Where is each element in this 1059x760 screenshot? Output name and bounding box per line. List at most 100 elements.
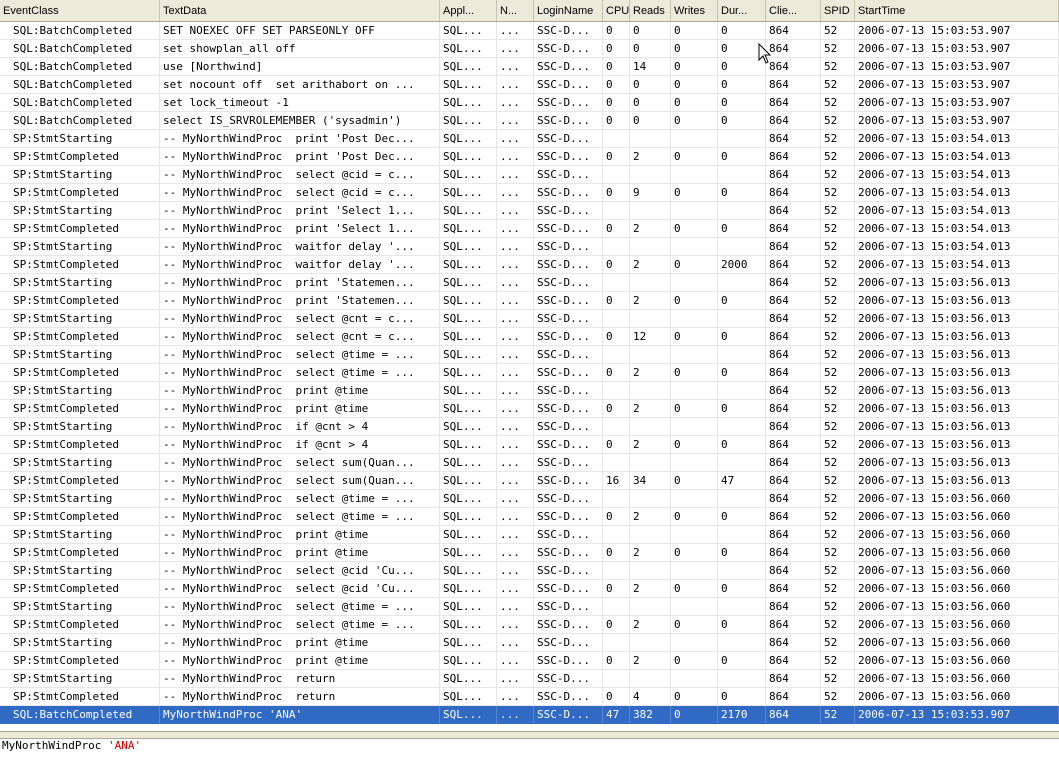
cell-text: set showplan_all off: [160, 40, 440, 57]
cell-client: 864: [766, 580, 821, 597]
cell-writes: [671, 166, 718, 183]
cell-n: ...: [497, 238, 534, 255]
trace-row[interactable]: SP:StmtCompleted -- MyNorthWindProc waitf…: [0, 256, 1059, 274]
trace-row[interactable]: SP:StmtCompleted -- MyNorthWindProc print…: [0, 292, 1059, 310]
trace-row[interactable]: SP:StmtCompleted -- MyNorthWindProc selec…: [0, 364, 1059, 382]
cell-client: 864: [766, 562, 821, 579]
trace-row[interactable]: SP:StmtStarting -- MyNorthWindProc select…: [0, 490, 1059, 508]
trace-row[interactable]: SP:StmtCompleted -- MyNorthWindProc selec…: [0, 508, 1059, 526]
trace-row[interactable]: SP:StmtStarting -- MyNorthWindProc select…: [0, 454, 1059, 472]
trace-row[interactable]: SP:StmtStarting -- MyNorthWindProc select…: [0, 346, 1059, 364]
cell-event: SP:StmtCompleted: [0, 328, 160, 345]
trace-row[interactable]: SP:StmtCompleted -- MyNorthWindProc retur…: [0, 688, 1059, 706]
cell-dur: 0: [718, 94, 766, 111]
cell-cpu: 0: [603, 112, 630, 129]
cell-cpu: 0: [603, 688, 630, 705]
column-header-app[interactable]: Appl...: [440, 0, 497, 21]
cell-start: 2006-07-13 15:03:56.013: [855, 310, 1059, 327]
cell-text: -- MyNorthWindProc select @cnt = c...: [160, 328, 440, 345]
cell-login: SSC-D...: [534, 130, 603, 147]
cell-text: -- MyNorthWindProc select @cid 'Cu...: [160, 580, 440, 597]
cell-cpu: 0: [603, 94, 630, 111]
column-header-cpu[interactable]: CPU: [603, 0, 630, 21]
trace-row[interactable]: SQL:BatchCompleted set lock_timeout -1 SQL…: [0, 94, 1059, 112]
trace-row[interactable]: SP:StmtCompleted -- MyNorthWindProc selec…: [0, 328, 1059, 346]
trace-row[interactable]: SP:StmtStarting -- MyNorthWindProc select…: [0, 310, 1059, 328]
trace-row[interactable]: SP:StmtStarting -- MyNorthWindProc print …: [0, 130, 1059, 148]
column-header-spid[interactable]: SPID: [821, 0, 855, 21]
cell-start: 2006-07-13 15:03:54.013: [855, 220, 1059, 237]
cell-n: ...: [497, 274, 534, 291]
trace-row[interactable]: SP:StmtStarting -- MyNorthWindProc select…: [0, 598, 1059, 616]
cell-spid: 52: [821, 472, 855, 489]
pane-splitter[interactable]: [0, 731, 1059, 739]
column-header-event[interactable]: EventClass: [0, 0, 160, 21]
trace-row[interactable]: SP:StmtCompleted -- MyNorthWindProc print…: [0, 220, 1059, 238]
trace-row[interactable]: SP:StmtStarting -- MyNorthWindProc if @cn…: [0, 418, 1059, 436]
trace-row[interactable]: SP:StmtCompleted -- MyNorthWindProc selec…: [0, 184, 1059, 202]
cell-cpu: 0: [603, 220, 630, 237]
event-details-pane[interactable]: MyNorthWindProc 'ANA': [0, 739, 1059, 760]
cell-dur: [718, 490, 766, 507]
cell-n: ...: [497, 400, 534, 417]
cell-login: SSC-D...: [534, 580, 603, 597]
column-header-n[interactable]: N...: [497, 0, 534, 21]
cell-login: SSC-D...: [534, 112, 603, 129]
cell-event: SP:StmtCompleted: [0, 292, 160, 309]
cell-event: SP:StmtStarting: [0, 130, 160, 147]
cell-event: SP:StmtStarting: [0, 598, 160, 615]
cell-text: -- MyNorthWindProc print @time: [160, 400, 440, 417]
trace-row[interactable]: SP:StmtStarting -- MyNorthWindProc select…: [0, 562, 1059, 580]
cell-writes: 0: [671, 364, 718, 381]
cell-writes: 0: [671, 688, 718, 705]
cell-start: 2006-07-13 15:03:56.013: [855, 400, 1059, 417]
trace-row[interactable]: SP:StmtStarting -- MyNorthWindProc print …: [0, 274, 1059, 292]
trace-row[interactable]: SQL:BatchCompleted set showplan_all off SQ…: [0, 40, 1059, 58]
trace-row[interactable]: SQL:BatchCompleted set nocount off set ar…: [0, 76, 1059, 94]
trace-row[interactable]: SP:StmtStarting -- MyNorthWindProc waitfo…: [0, 238, 1059, 256]
cell-spid: 52: [821, 112, 855, 129]
cell-event: SP:StmtCompleted: [0, 472, 160, 489]
trace-row[interactable]: SP:StmtCompleted -- MyNorthWindProc print…: [0, 148, 1059, 166]
trace-row[interactable]: SQL:BatchCompleted SET NOEXEC OFF SET PAR…: [0, 22, 1059, 40]
trace-row[interactable]: SQL:BatchCompleted MyNorthWindProc 'ANA' S…: [0, 706, 1059, 724]
cell-login: SSC-D...: [534, 256, 603, 273]
cell-login: SSC-D...: [534, 616, 603, 633]
cell-spid: 52: [821, 688, 855, 705]
mouse-pointer-icon: [758, 43, 772, 64]
column-header-login[interactable]: LoginName: [534, 0, 603, 21]
cell-login: SSC-D...: [534, 544, 603, 561]
trace-row[interactable]: SP:StmtStarting -- MyNorthWindProc return…: [0, 670, 1059, 688]
column-header-reads[interactable]: Reads: [630, 0, 671, 21]
trace-grid[interactable]: SQL:BatchCompleted SET NOEXEC OFF SET PAR…: [0, 22, 1059, 724]
trace-row[interactable]: SP:StmtStarting -- MyNorthWindProc print …: [0, 202, 1059, 220]
cell-event: SP:StmtStarting: [0, 526, 160, 543]
column-header-dur[interactable]: Dur...: [718, 0, 766, 21]
trace-row[interactable]: SP:StmtStarting -- MyNorthWindProc print …: [0, 634, 1059, 652]
trace-row[interactable]: SP:StmtCompleted -- MyNorthWindProc if @c…: [0, 436, 1059, 454]
trace-row[interactable]: SP:StmtCompleted -- MyNorthWindProc selec…: [0, 580, 1059, 598]
trace-row[interactable]: SP:StmtStarting -- MyNorthWindProc select…: [0, 166, 1059, 184]
trace-row[interactable]: SQL:BatchCompleted select IS_SRVROLEMEMBE…: [0, 112, 1059, 130]
trace-row[interactable]: SP:StmtCompleted -- MyNorthWindProc print…: [0, 652, 1059, 670]
cell-cpu: [603, 238, 630, 255]
cell-n: ...: [497, 436, 534, 453]
column-header-client[interactable]: Clie...: [766, 0, 821, 21]
cell-client: 864: [766, 508, 821, 525]
trace-row[interactable]: SP:StmtCompleted -- MyNorthWindProc selec…: [0, 472, 1059, 490]
trace-row[interactable]: SP:StmtCompleted -- MyNorthWindProc selec…: [0, 616, 1059, 634]
trace-row[interactable]: SP:StmtStarting -- MyNorthWindProc print …: [0, 382, 1059, 400]
cell-spid: 52: [821, 634, 855, 651]
cell-client: 864: [766, 310, 821, 327]
cell-text: -- MyNorthWindProc print 'Post Dec...: [160, 148, 440, 165]
column-header-writes[interactable]: Writes: [671, 0, 718, 21]
trace-row[interactable]: SP:StmtCompleted -- MyNorthWindProc print…: [0, 544, 1059, 562]
cell-reads: 14: [630, 58, 671, 75]
trace-row[interactable]: SP:StmtStarting -- MyNorthWindProc print …: [0, 526, 1059, 544]
column-header-start[interactable]: StartTime: [855, 0, 1059, 21]
column-header-text[interactable]: TextData: [160, 0, 440, 21]
cell-app: SQL...: [440, 202, 497, 219]
cell-reads: 2: [630, 580, 671, 597]
trace-row[interactable]: SQL:BatchCompleted use [Northwind] SQL....…: [0, 58, 1059, 76]
trace-row[interactable]: SP:StmtCompleted -- MyNorthWindProc print…: [0, 400, 1059, 418]
